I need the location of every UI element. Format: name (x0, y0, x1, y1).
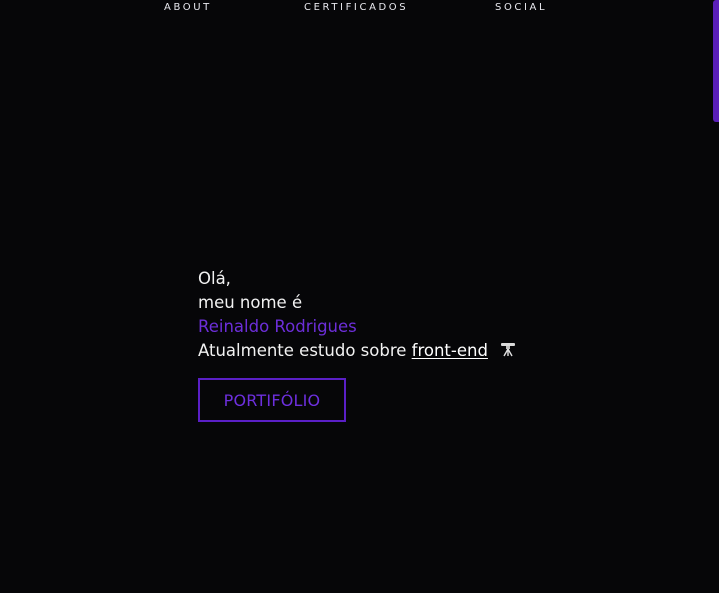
nav-link-social[interactable]: SOCIAL (495, 2, 547, 13)
hero-study-prefix: Atualmente estudo sobre (198, 341, 412, 360)
scrollbar-track[interactable] (713, 0, 719, 593)
nav-link-certificados[interactable]: CERTIFICADOS (304, 2, 408, 13)
hero-greeting: Olá, (198, 269, 231, 288)
front-end-link[interactable]: front-end (412, 341, 488, 360)
hero-study-line: Atualmente estudo sobre front-end (198, 339, 517, 363)
hero-name: Reinaldo Rodrigues (198, 317, 357, 336)
hero-intro: meu nome é (198, 293, 303, 312)
portfolio-button[interactable]: PORTIFÓLIO (198, 378, 346, 422)
hero-section: Olá, meu nome é Reinaldo Rodrigues Atual… (198, 267, 517, 363)
scrollbar-thumb[interactable] (713, 0, 719, 122)
nav-link-about[interactable]: ABOUT (164, 2, 212, 13)
telescope-icon (499, 340, 517, 357)
